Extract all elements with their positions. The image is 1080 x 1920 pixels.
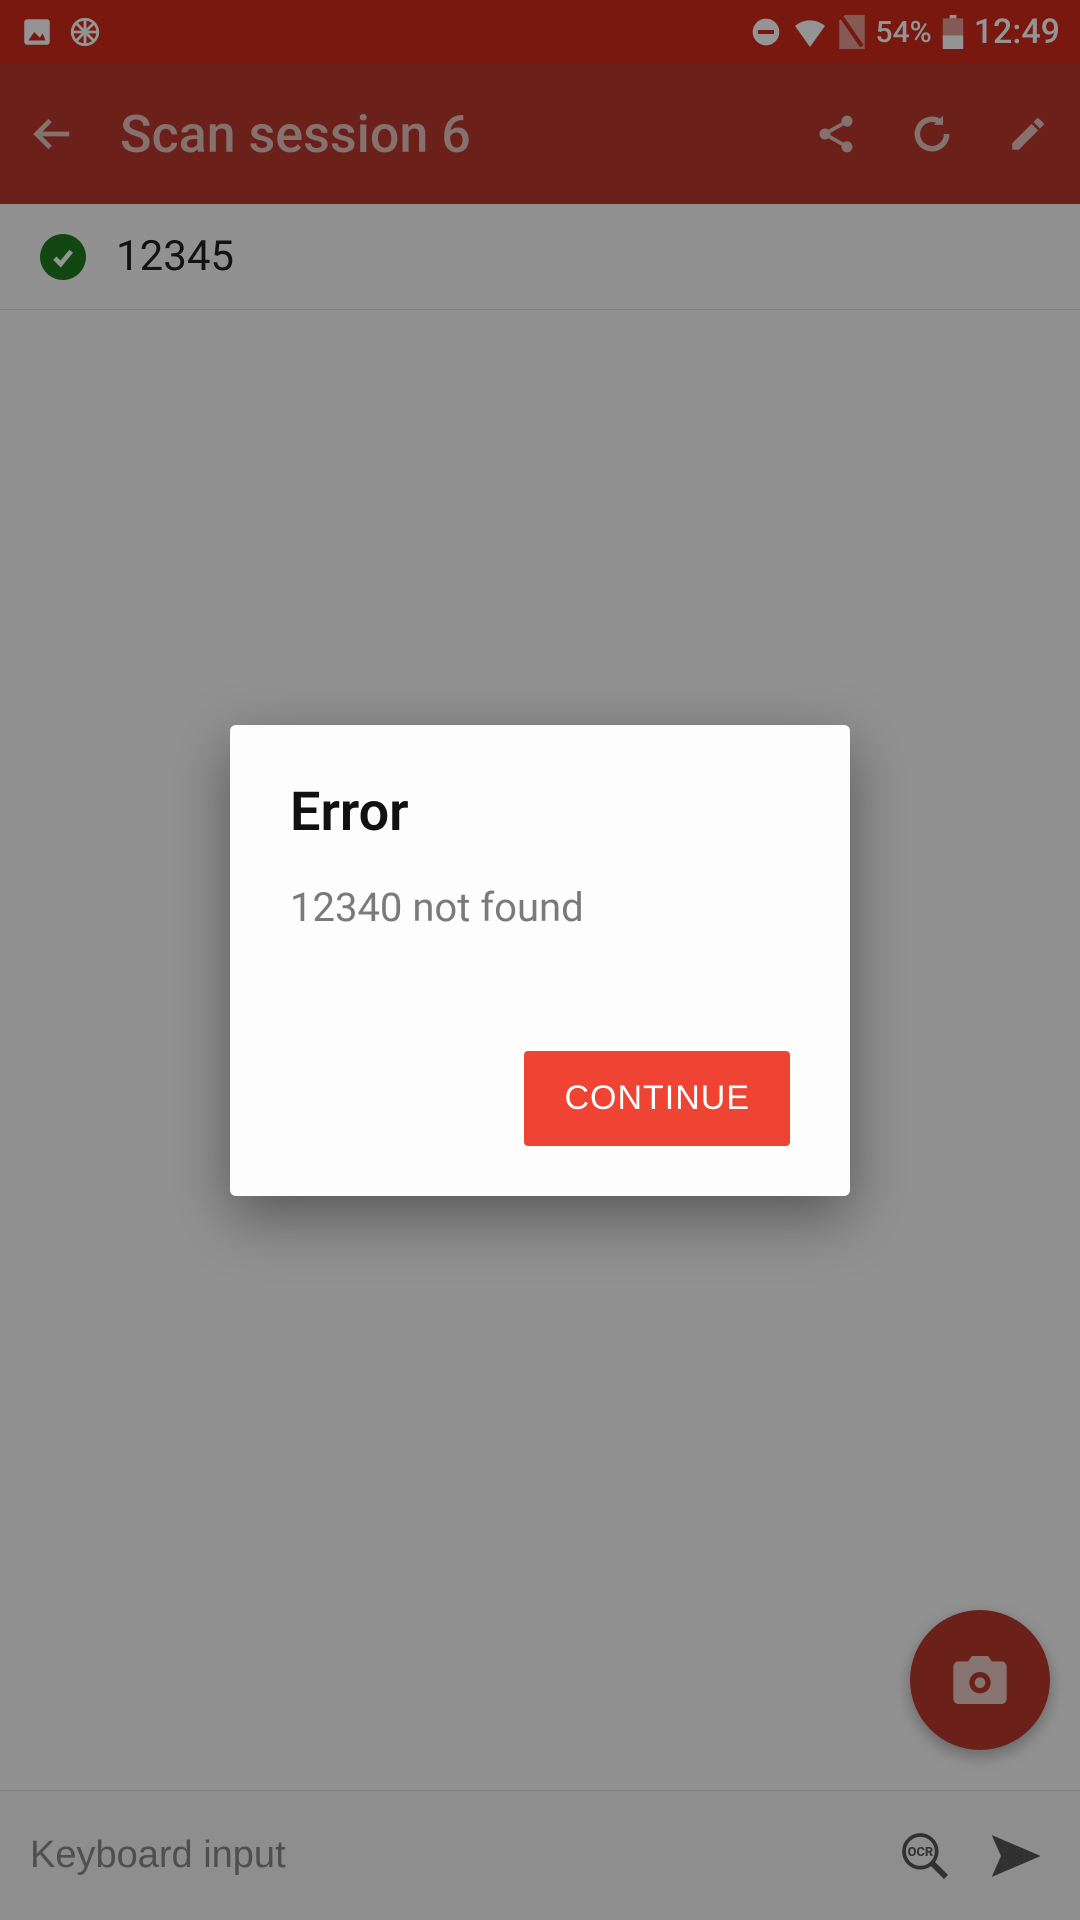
dialog-actions: CONTINUE: [290, 1051, 790, 1146]
dialog-message: 12340 not found: [290, 884, 790, 931]
error-dialog: Error 12340 not found CONTINUE: [230, 725, 850, 1196]
dialog-title: Error: [290, 781, 790, 844]
modal-scrim[interactable]: Error 12340 not found CONTINUE: [0, 0, 1080, 1920]
continue-button[interactable]: CONTINUE: [524, 1051, 790, 1146]
